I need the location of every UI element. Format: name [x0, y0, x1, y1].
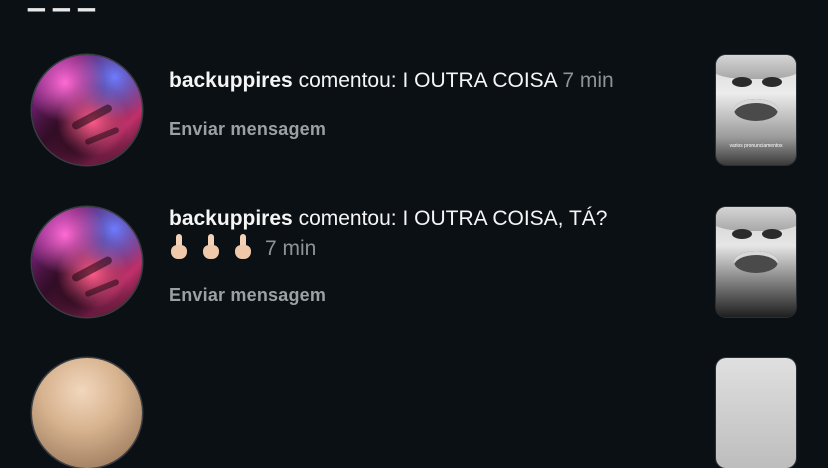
action-text: comentou: [298, 69, 397, 92]
avatar[interactable] [32, 55, 142, 165]
section-heading-peek: ▁ ▁ ▁ [28, 0, 96, 12]
action-text: comentou: [298, 207, 397, 230]
comment-text: I OUTRA COISA, TÁ? [402, 207, 608, 230]
timestamp: 7 min [265, 237, 317, 260]
pointing-up-emoji-icon [201, 234, 221, 260]
avatar[interactable] [32, 207, 142, 317]
avatar[interactable] [32, 358, 142, 468]
comment-text: I OUTRA COISA [402, 69, 557, 92]
post-thumbnail[interactable]: varios pronunciamentos [716, 55, 796, 165]
timestamp: 7 min [562, 69, 614, 92]
username[interactable]: backuppires [169, 69, 293, 92]
send-message-button[interactable]: Enviar mensagem [169, 119, 326, 140]
send-message-button[interactable]: Enviar mensagem [169, 285, 326, 306]
post-thumbnail[interactable] [716, 358, 796, 468]
thumbnail-caption: varios pronunciamentos [729, 143, 783, 149]
pointing-up-emoji-icon [169, 234, 189, 260]
username[interactable]: backuppires [169, 207, 293, 230]
pointing-up-emoji-icon [233, 234, 253, 260]
notification-text: backuppires comentou: I OUTRA COISA 7 mi… [169, 66, 699, 96]
notification-text: backuppires comentou: I OUTRA COISA, TÁ?… [169, 204, 699, 264]
post-thumbnail[interactable] [716, 207, 796, 317]
